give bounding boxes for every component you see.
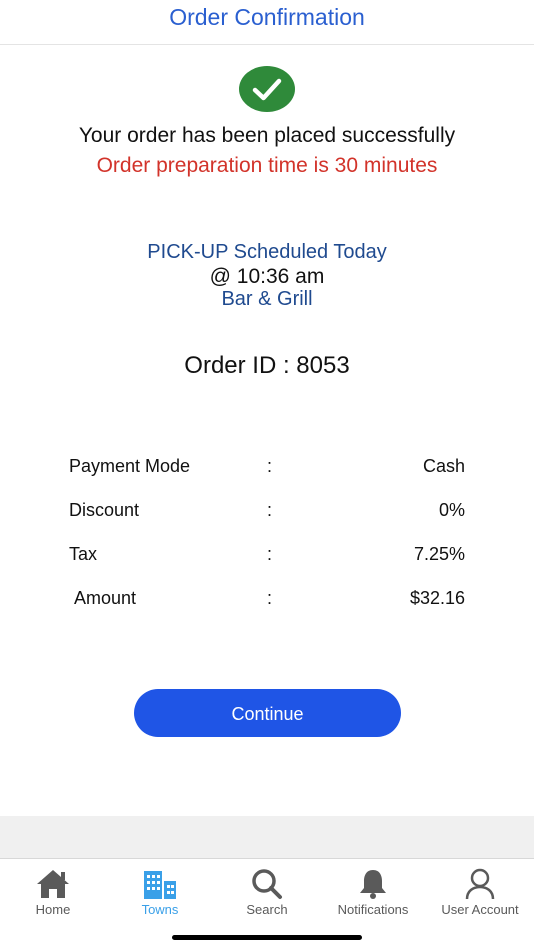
detail-separator: : <box>267 456 273 476</box>
content-footer-band <box>0 816 534 858</box>
user-icon <box>465 868 495 900</box>
tab-label: Notifications <box>337 902 409 917</box>
detail-row-discount: Discount : 0% <box>0 496 534 540</box>
detail-separator: : <box>267 500 273 520</box>
tab-search[interactable]: Search <box>214 867 320 917</box>
order-details-table: Payment Mode : Cash Discount : 0% Tax : … <box>0 452 534 628</box>
detail-row-payment-mode: Payment Mode : Cash <box>0 452 534 496</box>
detail-value: 0% <box>438 500 465 520</box>
pickup-schedule: PICK-UP Scheduled Today <box>147 241 387 263</box>
tab-label: Home <box>35 902 71 917</box>
detail-label: Discount <box>69 500 140 520</box>
detail-label: Payment Mode <box>69 456 191 476</box>
detail-value: 7.25% <box>413 544 465 564</box>
detail-label: Tax <box>69 544 98 564</box>
bell-icon <box>360 870 386 899</box>
tab-notifications[interactable]: Notifications <box>320 867 426 917</box>
page-title: Order Confirmation <box>169 4 365 30</box>
detail-separator: : <box>267 588 273 608</box>
detail-row-tax: Tax : 7.25% <box>0 540 534 584</box>
tab-label: User Account <box>441 902 519 917</box>
venue-name: Bar & Grill <box>221 288 313 310</box>
pickup-time: @ 10:36 am <box>209 265 325 288</box>
tab-label: Towns <box>141 902 179 917</box>
detail-label: Amount <box>74 588 137 608</box>
home-indicator <box>172 935 362 940</box>
check-circle-icon <box>239 66 295 112</box>
city-buildings-icon <box>144 871 176 899</box>
success-message: Your order has been placed successfully <box>78 124 456 147</box>
order-id: Order ID : 8053 <box>184 352 350 379</box>
detail-value: $32.16 <box>409 588 465 608</box>
header-bar: Order Confirmation <box>0 0 534 45</box>
order-confirmation-screen: Order Confirmation Your order has been p… <box>0 0 534 950</box>
tab-towns[interactable]: Towns <box>107 867 213 917</box>
detail-separator: : <box>267 544 273 564</box>
continue-button[interactable]: Continue <box>134 689 401 737</box>
detail-value: Cash <box>422 456 465 476</box>
tab-label: Search <box>246 902 288 917</box>
search-icon <box>252 869 282 899</box>
detail-row-amount: Amount : $32.16 <box>0 584 534 628</box>
tab-user-account[interactable]: User Account <box>427 867 533 917</box>
home-icon <box>37 870 69 898</box>
tab-home[interactable]: Home <box>0 867 106 917</box>
preparation-time-message: Order preparation time is 30 minutes <box>96 154 438 177</box>
